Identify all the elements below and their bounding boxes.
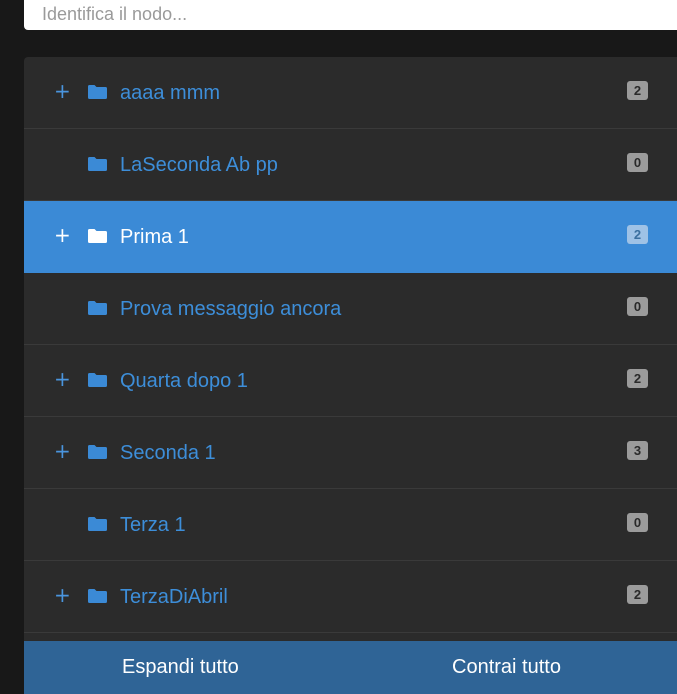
tree-node-label: Seconda 1 <box>120 442 216 464</box>
folder-icon <box>88 517 107 531</box>
count-badge: 0 <box>627 297 648 316</box>
expand-plus-icon[interactable]: + <box>54 440 71 462</box>
tree-node[interactable]: + TerzaDiAbril 2 <box>24 561 677 633</box>
tree-node[interactable]: + Quarta dopo 1 2 <box>24 345 677 417</box>
expand-plus-icon[interactable]: + <box>54 584 71 606</box>
expand-all-button[interactable]: Espandi tutto <box>122 641 239 694</box>
folder-icon <box>88 85 107 99</box>
tree-footer: Espandi tutto Contrai tutto <box>24 641 677 694</box>
tree-node[interactable]: Terza 1 0 <box>24 489 677 561</box>
expand-plus-icon[interactable]: + <box>54 368 71 390</box>
count-badge: 0 <box>627 513 648 532</box>
folder-icon <box>88 445 107 459</box>
tree-node-label: LaSeconda Ab pp <box>120 154 278 176</box>
tree-node[interactable]: LaSeconda Ab pp 0 <box>24 129 677 201</box>
count-badge: 0 <box>627 153 648 172</box>
tree-node-label: Quarta dopo 1 <box>120 370 248 392</box>
tree-node-label: TerzaDiAbril <box>120 586 228 608</box>
tree-panel: + aaaa mmm 2 LaSeconda Ab pp 0 + Prima 1… <box>24 57 677 694</box>
tree-node[interactable]: + aaaa mmm 2 <box>24 57 677 129</box>
count-badge: 2 <box>627 585 648 604</box>
search-input[interactable] <box>24 0 677 30</box>
folder-icon <box>88 589 107 603</box>
tree-node[interactable]: + Prima 1 2 <box>24 201 677 273</box>
expand-plus-icon[interactable]: + <box>54 80 71 102</box>
tree-node-label: Prima 1 <box>120 226 189 248</box>
tree-node[interactable]: + Seconda 1 3 <box>24 417 677 489</box>
count-badge: 3 <box>627 441 648 460</box>
count-badge: 2 <box>627 369 648 388</box>
count-badge: 2 <box>627 225 648 244</box>
tree-node-label: Terza 1 <box>120 514 186 536</box>
count-badge: 2 <box>627 81 648 100</box>
folder-icon <box>88 157 107 171</box>
collapse-all-button[interactable]: Contrai tutto <box>452 641 561 694</box>
tree-node-label: Prova messaggio ancora <box>120 298 342 320</box>
tree-node[interactable]: Prova messaggio ancora 0 <box>24 273 677 345</box>
folder-icon <box>88 301 107 315</box>
tree-node-label: aaaa mmm <box>120 82 221 104</box>
folder-icon <box>88 373 107 387</box>
search-box[interactable] <box>24 0 677 30</box>
expand-plus-icon[interactable]: + <box>54 224 71 246</box>
folder-icon <box>88 229 107 243</box>
